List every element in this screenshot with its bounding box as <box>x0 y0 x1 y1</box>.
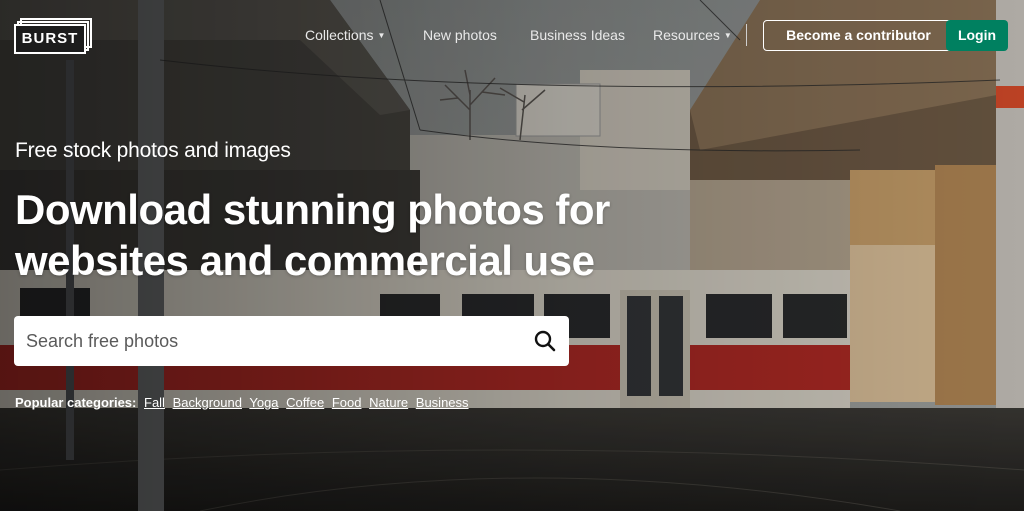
category-link-coffee[interactable]: Coffee <box>286 395 324 410</box>
category-link-nature[interactable]: Nature <box>369 395 408 410</box>
popular-categories: Popular categories: Fall Background Yoga… <box>15 395 473 410</box>
category-link-background[interactable]: Background <box>173 395 242 410</box>
category-link-fall[interactable]: Fall <box>144 395 165 410</box>
nav-resources-label: Resources <box>653 27 720 43</box>
popular-categories-label: Popular categories: <box>15 395 137 410</box>
nav-divider <box>746 24 747 46</box>
login-button[interactable]: Login <box>946 20 1008 51</box>
logo-text: BURST <box>14 24 86 54</box>
burst-logo[interactable]: BURST <box>14 18 92 54</box>
nav-collections-label: Collections <box>305 27 374 43</box>
chevron-down-icon: ▼ <box>377 31 386 40</box>
nav-new-photos[interactable]: New photos <box>423 27 497 43</box>
hero-section: BURST Collections ▼ New photos Business I… <box>0 0 1024 511</box>
category-link-yoga[interactable]: Yoga <box>249 395 278 410</box>
nav-business-ideas[interactable]: Business Ideas <box>530 27 625 43</box>
search-bar <box>14 316 569 366</box>
become-contributor-button[interactable]: Become a contributor <box>763 20 954 51</box>
hero-headline-line-2: websites and commercial use <box>15 237 595 284</box>
hero-headline-line-1: Download stunning photos for <box>15 186 610 233</box>
search-icon <box>534 330 556 352</box>
hero-headline: Download stunning photos for websites an… <box>15 184 715 286</box>
nav-resources[interactable]: Resources ▼ <box>653 27 732 43</box>
search-button[interactable] <box>532 328 558 354</box>
top-navigation: BURST Collections ▼ New photos Business I… <box>0 0 1024 70</box>
category-link-business[interactable]: Business <box>416 395 469 410</box>
nav-new-photos-label: New photos <box>423 27 497 43</box>
category-link-food[interactable]: Food <box>332 395 362 410</box>
nav-collections[interactable]: Collections ▼ <box>305 27 385 43</box>
chevron-down-icon: ▼ <box>723 31 732 40</box>
search-input[interactable] <box>14 316 524 366</box>
nav-business-ideas-label: Business Ideas <box>530 27 625 43</box>
hero-eyebrow: Free stock photos and images <box>15 139 291 162</box>
